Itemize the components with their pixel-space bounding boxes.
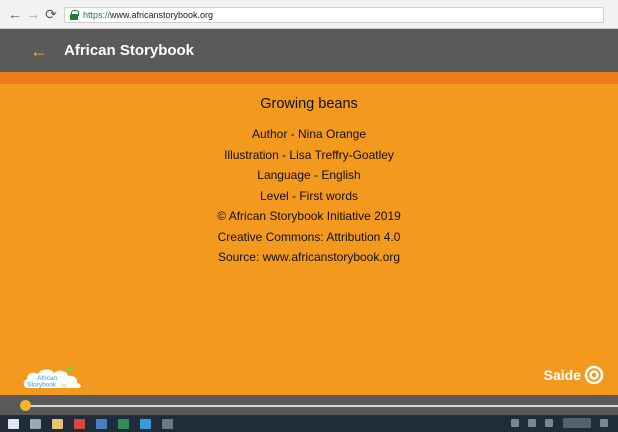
level-line: Level - First words bbox=[259, 188, 359, 203]
battery-icon[interactable] bbox=[545, 419, 553, 427]
reading-progress-bar bbox=[0, 395, 618, 415]
file-explorer-icon[interactable] bbox=[52, 418, 63, 429]
clock[interactable] bbox=[563, 418, 591, 428]
back-arrow-icon[interactable]: ← bbox=[30, 42, 48, 60]
source-line: Source: www.africanstorybook.org bbox=[217, 250, 401, 264]
african-storybook-logo: African Storybook .org bbox=[23, 365, 81, 389]
app-header: ← African Storybook bbox=[0, 29, 618, 72]
start-icon[interactable] bbox=[8, 418, 19, 429]
reload-icon[interactable]: ⟳ bbox=[44, 6, 58, 22]
app-icon[interactable] bbox=[162, 418, 173, 429]
notifications-icon[interactable] bbox=[600, 419, 608, 427]
story-title: Growing beans bbox=[260, 96, 358, 112]
lock-icon bbox=[69, 10, 79, 20]
address-bar[interactable]: https:// www.africanstorybook.org bbox=[64, 7, 604, 23]
app-icon[interactable] bbox=[96, 418, 107, 429]
app-icon[interactable] bbox=[140, 418, 151, 429]
story-credits-page: Growing beans Author - Nina Orange Illus… bbox=[0, 72, 618, 395]
browser-icon[interactable] bbox=[74, 418, 85, 429]
progress-handle[interactable] bbox=[20, 400, 31, 411]
copyright-line: © African Storybook Initiative 2019 bbox=[217, 209, 401, 223]
progress-track[interactable] bbox=[26, 405, 618, 407]
forward-arrow-icon[interactable]: → bbox=[26, 6, 40, 22]
search-icon[interactable] bbox=[30, 418, 41, 429]
illustration-line: Illustration - Lisa Treffry-Goatley bbox=[224, 147, 394, 162]
asb-logo-line2: Storybook bbox=[27, 382, 57, 389]
accent-strip bbox=[0, 72, 618, 84]
language-line: Language - English bbox=[257, 168, 361, 182]
os-taskbar bbox=[0, 415, 618, 432]
saide-logo: Saide bbox=[544, 365, 604, 385]
saide-swirl-icon bbox=[584, 365, 604, 385]
back-arrow-icon[interactable]: ← bbox=[8, 6, 22, 22]
app-icon[interactable] bbox=[118, 418, 129, 429]
saide-logo-text: Saide bbox=[543, 367, 581, 383]
browser-toolbar: ← → ⟳ https:// www.africanstorybook.org bbox=[0, 0, 618, 29]
asb-logo-suffix: .org bbox=[60, 384, 66, 388]
url-host: www.africanstorybook.org bbox=[110, 10, 214, 20]
url-scheme: https:// bbox=[83, 10, 111, 20]
network-icon[interactable] bbox=[511, 419, 519, 427]
credits-block: Growing beans Author - Nina Orange Illus… bbox=[0, 96, 618, 268]
author-line: Author - Nina Orange bbox=[251, 127, 367, 141]
volume-icon[interactable] bbox=[528, 419, 536, 427]
license-line: Creative Commons: Attribution 4.0 bbox=[217, 229, 401, 244]
system-tray bbox=[502, 418, 608, 428]
app-title: African Storybook bbox=[64, 42, 195, 59]
